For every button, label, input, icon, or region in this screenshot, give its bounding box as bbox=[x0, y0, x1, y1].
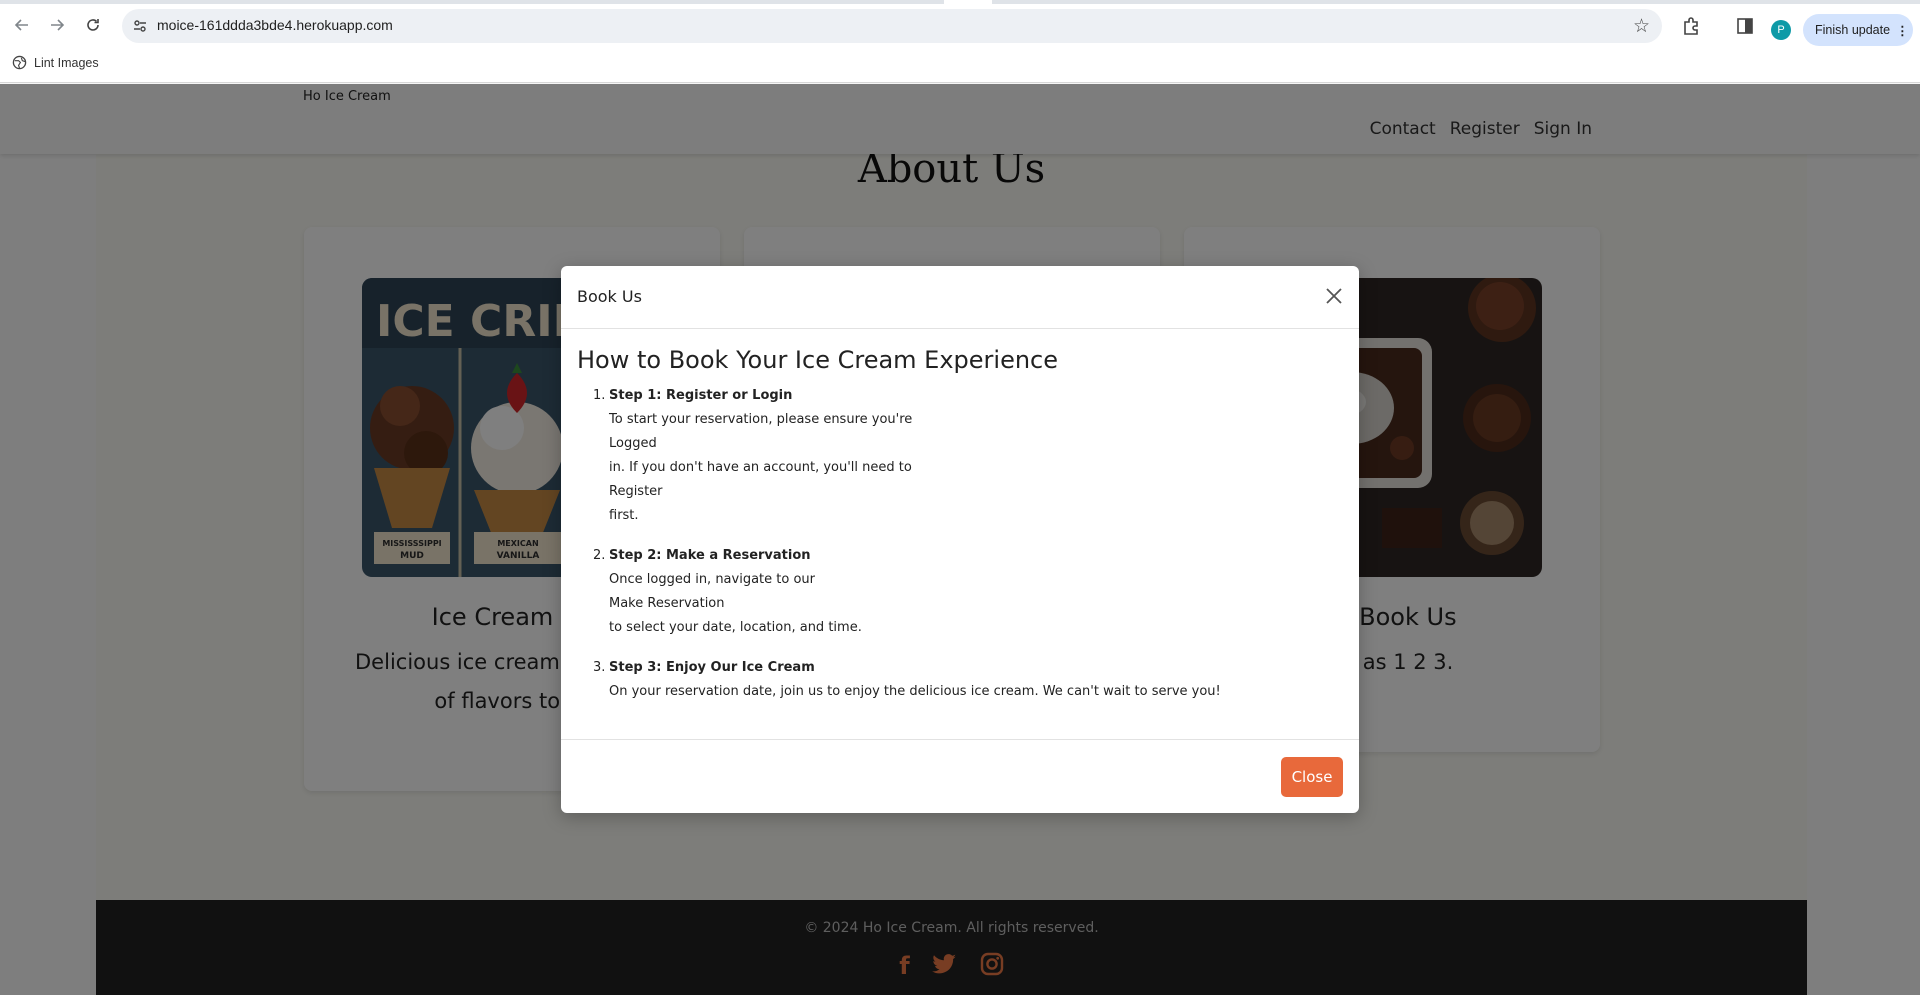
back-arrow-icon[interactable] bbox=[9, 12, 35, 38]
bookmark-star-icon[interactable]: ☆ bbox=[1633, 15, 1650, 37]
step-number: 1. bbox=[593, 388, 606, 403]
modal-header: Book Us bbox=[561, 266, 1359, 329]
step-text: to select your date, location, and time. bbox=[609, 620, 862, 635]
register-link[interactable]: Register bbox=[609, 480, 1347, 504]
step-item: 3. Step 3: Enjoy Our Ice Cream On your r… bbox=[593, 656, 1347, 704]
booking-steps-list: 1. Step 1: Register or Login To start yo… bbox=[577, 384, 1347, 704]
step-text: in. If you don't have an account, you'll… bbox=[609, 460, 912, 475]
bookmarks-bar: Lint Images bbox=[0, 46, 1920, 83]
step-text: first. bbox=[609, 508, 639, 523]
step-item: 2. Step 2: Make a Reservation Once logge… bbox=[593, 544, 1347, 640]
more-menu-icon: ⋮ bbox=[1896, 23, 1909, 38]
step-title: Step 2: Make a Reservation bbox=[609, 548, 811, 563]
profile-avatar[interactable]: P bbox=[1771, 20, 1791, 40]
make-reservation-link[interactable]: Make Reservation bbox=[609, 592, 1347, 616]
step-title: Step 3: Enjoy Our Ice Cream bbox=[609, 660, 815, 675]
step-number: 3. bbox=[593, 660, 606, 675]
step-text: Once logged in, navigate to our bbox=[609, 572, 815, 587]
site-info-icon[interactable] bbox=[132, 18, 148, 34]
step-number: 2. bbox=[593, 548, 606, 563]
close-icon[interactable] bbox=[1323, 285, 1345, 307]
modal-heading: How to Book Your Ice Cream Experience bbox=[577, 346, 1059, 374]
finish-update-button[interactable]: Finish update ⋮ bbox=[1803, 14, 1913, 46]
step-text: To start your reservation, please ensure… bbox=[609, 412, 913, 427]
close-button[interactable]: Close bbox=[1281, 757, 1343, 797]
url-text[interactable]: moice-161ddda3bde4.herokuapp.com bbox=[157, 17, 393, 33]
reload-icon[interactable] bbox=[80, 12, 106, 38]
finish-update-label: Finish update bbox=[1815, 23, 1891, 37]
step-item: 1. Step 1: Register or Login To start yo… bbox=[593, 384, 1347, 528]
logged-link[interactable]: Logged bbox=[609, 432, 1347, 456]
modal-body: How to Book Your Ice Cream Experience 1.… bbox=[577, 346, 1347, 720]
step-title: Step 1: Register or Login bbox=[609, 388, 793, 403]
globe-icon bbox=[12, 55, 27, 70]
forward-arrow-icon[interactable] bbox=[44, 12, 70, 38]
browser-toolbar: moice-161ddda3bde4.herokuapp.com ☆ P Fin… bbox=[0, 4, 1920, 46]
address-bar[interactable]: moice-161ddda3bde4.herokuapp.com ☆ bbox=[122, 9, 1662, 43]
extensions-icon[interactable] bbox=[1680, 15, 1702, 37]
bookmark-label: Lint Images bbox=[34, 55, 99, 70]
step-text: On your reservation date, join us to enj… bbox=[609, 684, 1221, 699]
bookmark-lint-images[interactable]: Lint Images bbox=[12, 55, 99, 70]
modal-footer: Close bbox=[561, 739, 1359, 813]
side-panel-icon[interactable] bbox=[1734, 15, 1756, 37]
modal-title: Book Us bbox=[577, 287, 642, 306]
book-us-modal: Book Us How to Book Your Ice Cream Exper… bbox=[561, 266, 1359, 813]
